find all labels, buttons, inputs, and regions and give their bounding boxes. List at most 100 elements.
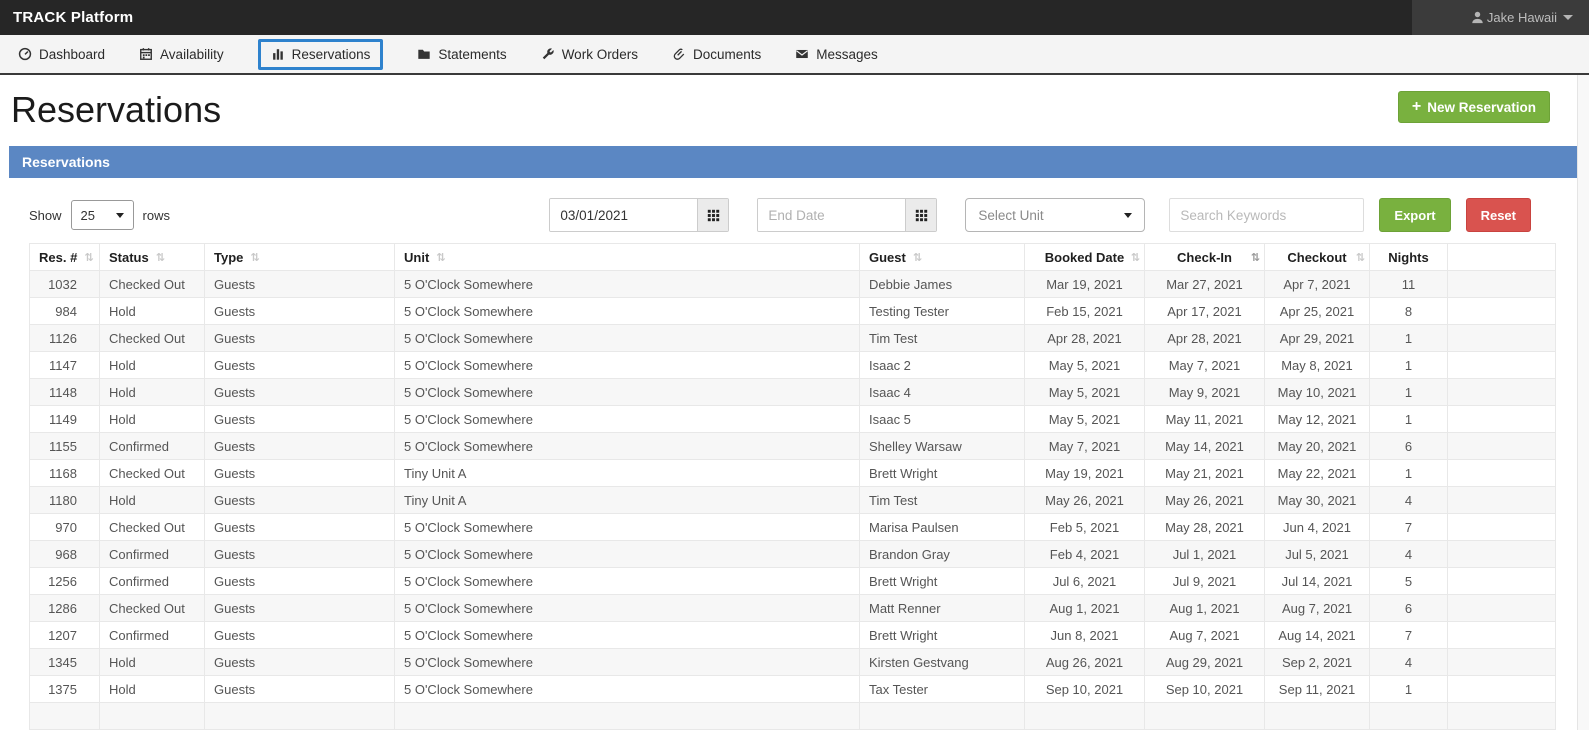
unit-select[interactable]: Select Unit [965, 198, 1145, 232]
nav-item-dashboard[interactable]: Dashboard [18, 40, 105, 69]
column-header-type[interactable]: Type⇅ [205, 244, 395, 271]
cell-type: Guests [205, 568, 395, 595]
cell-type: Guests [205, 271, 395, 298]
cell-status: Hold [100, 406, 205, 433]
cell-check-in: Aug 7, 2021 [1145, 622, 1265, 649]
end-date-calendar-button[interactable] [905, 199, 936, 231]
nav-item-reservations[interactable]: Reservations [258, 39, 384, 70]
start-date-group [549, 198, 729, 232]
nav-item-label: Reservations [292, 47, 371, 62]
user-menu[interactable]: Jake Hawaii [1412, 0, 1589, 35]
cell-guest: Matt Renner [860, 595, 1025, 622]
cell-booked-date: Apr 28, 2021 [1025, 325, 1145, 352]
cell-empty [1448, 622, 1556, 649]
cell-res-number: 1286 [30, 595, 100, 622]
cell-status: Checked Out [100, 325, 205, 352]
table-row[interactable]: 1180HoldGuestsTiny Unit ATim TestMay 26,… [30, 487, 1556, 514]
user-name: Jake Hawaii [1487, 10, 1557, 25]
cell-nights: 7 [1370, 622, 1448, 649]
cell-check-in: May 9, 2021 [1145, 379, 1265, 406]
table-row[interactable]: 1148HoldGuests5 O'Clock SomewhereIsaac 4… [30, 379, 1556, 406]
cell-unit: 5 O'Clock Somewhere [395, 433, 860, 460]
cell-unit: 5 O'Clock Somewhere [395, 298, 860, 325]
table-row[interactable]: 1147HoldGuests5 O'Clock SomewhereIsaac 2… [30, 352, 1556, 379]
work-orders-icon [541, 47, 555, 61]
column-header-unit[interactable]: Unit⇅ [395, 244, 860, 271]
cell-booked-date: Mar 19, 2021 [1025, 271, 1145, 298]
cell-status: Confirmed [100, 622, 205, 649]
table-row[interactable]: 1345HoldGuests5 O'Clock SomewhereKirsten… [30, 649, 1556, 676]
table-row[interactable]: 1207ConfirmedGuests5 O'Clock SomewhereBr… [30, 622, 1556, 649]
table-row[interactable]: 1256ConfirmedGuests5 O'Clock SomewhereBr… [30, 568, 1556, 595]
page-title: Reservations [11, 89, 1589, 130]
table-row[interactable]: 968ConfirmedGuests5 O'Clock SomewhereBra… [30, 541, 1556, 568]
cell-checkout: Jun 4, 2021 [1265, 514, 1370, 541]
cell-nights: 1 [1370, 379, 1448, 406]
cell-nights: 4 [1370, 541, 1448, 568]
cell-status: Confirmed [100, 541, 205, 568]
table-row[interactable]: 1155ConfirmedGuests5 O'Clock SomewhereSh… [30, 433, 1556, 460]
nav-item-label: Documents [693, 47, 761, 62]
table-row[interactable]: 1149HoldGuests5 O'Clock SomewhereIsaac 5… [30, 406, 1556, 433]
cell-guest: Brett Wright [860, 622, 1025, 649]
nav-item-availability[interactable]: Availability [139, 40, 224, 69]
nav-item-work-orders[interactable]: Work Orders [541, 40, 638, 69]
nav-item-label: Availability [160, 47, 224, 62]
cell-empty [1448, 514, 1556, 541]
table-row[interactable]: 984HoldGuests5 O'Clock SomewhereTesting … [30, 298, 1556, 325]
cell-empty [1448, 568, 1556, 595]
reset-button[interactable]: Reset [1466, 198, 1531, 232]
cell-booked-date: Feb 4, 2021 [1025, 541, 1145, 568]
scrollbar[interactable] [1577, 75, 1589, 730]
new-reservation-button[interactable]: + New Reservation [1398, 91, 1550, 123]
cell-empty [1448, 298, 1556, 325]
cell-check-in: Apr 17, 2021 [1145, 298, 1265, 325]
cell-res-number: 1207 [30, 622, 100, 649]
cell-status: Confirmed [100, 433, 205, 460]
column-header-guest[interactable]: Guest⇅ [860, 244, 1025, 271]
cell-booked-date: Feb 15, 2021 [1025, 298, 1145, 325]
column-header-checkout[interactable]: Checkout⇅ [1265, 244, 1370, 271]
table-row[interactable]: 1286Checked OutGuests5 O'Clock Somewhere… [30, 595, 1556, 622]
table-row[interactable]: 1032Checked OutGuests5 O'Clock Somewhere… [30, 271, 1556, 298]
cell-type: Guests [205, 406, 395, 433]
cell-check-in: Apr 28, 2021 [1145, 325, 1265, 352]
nav-item-messages[interactable]: Messages [795, 40, 878, 69]
cell-check-in: May 7, 2021 [1145, 352, 1265, 379]
end-date-input[interactable] [758, 199, 905, 231]
nav-item-documents[interactable]: Documents [672, 40, 761, 69]
cell-status: Checked Out [100, 595, 205, 622]
sort-icon: ⇅ [436, 251, 445, 264]
cell-check-in: May 14, 2021 [1145, 433, 1265, 460]
cell-checkout: May 8, 2021 [1265, 352, 1370, 379]
cell-status: Hold [100, 352, 205, 379]
nav-item-statements[interactable]: Statements [417, 40, 506, 69]
cell-checkout: May 30, 2021 [1265, 487, 1370, 514]
export-button[interactable]: Export [1379, 198, 1450, 232]
cell-res-number: 1375 [30, 676, 100, 703]
table-row[interactable]: 970Checked OutGuests5 O'Clock SomewhereM… [30, 514, 1556, 541]
table-row[interactable]: 1168Checked OutGuestsTiny Unit ABrett Wr… [30, 460, 1556, 487]
cell-empty [1448, 271, 1556, 298]
cell-status: Checked Out [100, 271, 205, 298]
cell-res-number: 1032 [30, 271, 100, 298]
cell-checkout: May 22, 2021 [1265, 460, 1370, 487]
column-header-status[interactable]: Status⇅ [100, 244, 205, 271]
cell-nights: 1 [1370, 460, 1448, 487]
cell-status: Checked Out [100, 514, 205, 541]
cell-nights: 4 [1370, 487, 1448, 514]
cell-empty [1448, 676, 1556, 703]
search-input[interactable] [1169, 198, 1364, 232]
start-date-input[interactable] [550, 199, 697, 231]
page-size-select[interactable]: 25 [71, 200, 134, 230]
cell-type: Guests [205, 595, 395, 622]
cell-res-number: 1126 [30, 325, 100, 352]
cell-unit: Tiny Unit A [395, 487, 860, 514]
start-date-calendar-button[interactable] [697, 199, 728, 231]
table-row[interactable]: 1375HoldGuests5 O'Clock SomewhereTax Tes… [30, 676, 1556, 703]
cell-guest: Isaac 4 [860, 379, 1025, 406]
column-header-check-in[interactable]: Check-In⇅ [1145, 244, 1265, 271]
table-row[interactable]: 1126Checked OutGuests5 O'Clock Somewhere… [30, 325, 1556, 352]
column-header-booked-date[interactable]: Booked Date⇅ [1025, 244, 1145, 271]
column-header-res-[interactable]: Res. #⇅ [30, 244, 100, 271]
